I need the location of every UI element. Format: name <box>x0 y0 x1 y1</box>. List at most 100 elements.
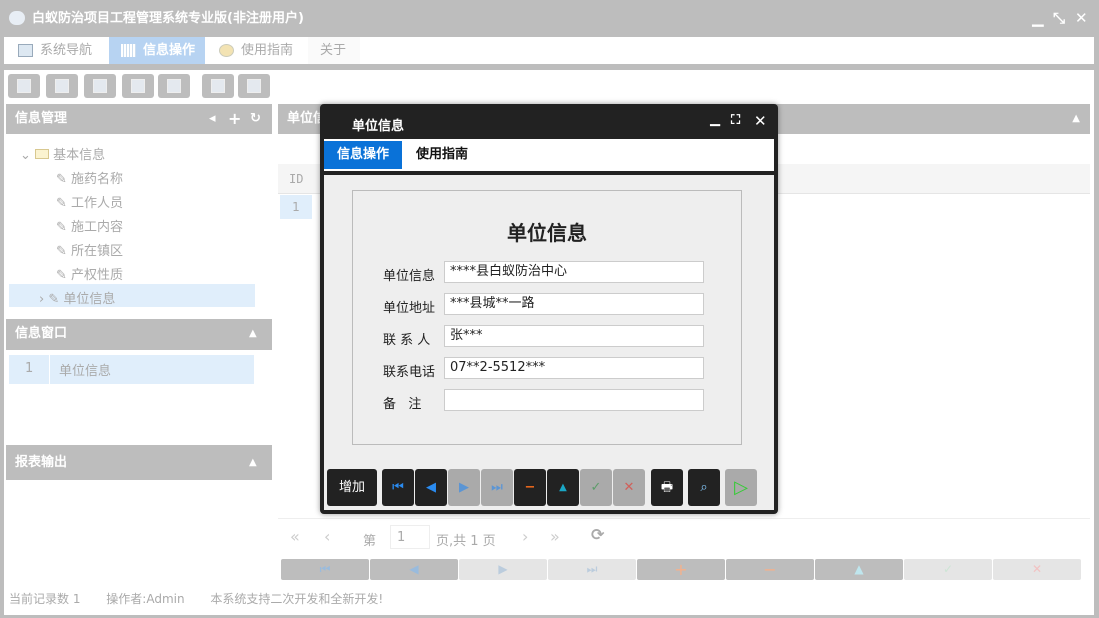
next-record-button[interactable]: ▶ <box>459 559 547 580</box>
contact-input[interactable]: 张*** <box>444 325 704 347</box>
field-label: 联 系 人 <box>383 329 430 348</box>
dialog-tab-guide[interactable]: 使用指南 <box>403 141 481 169</box>
help-icon <box>219 44 234 57</box>
field-label: 单位信息 <box>383 265 435 284</box>
print-preview-icon: ⌕ <box>700 480 707 495</box>
add-button[interactable]: 增加 <box>327 469 377 506</box>
tree-item-label: 产权性质 <box>71 268 123 283</box>
tree-item-label: 施工内容 <box>71 220 123 235</box>
status-note: 本系统支持二次开发和全新开发! <box>210 592 383 606</box>
remark-input[interactable] <box>444 389 704 411</box>
document-icon <box>93 79 107 93</box>
tree-item[interactable]: ✎ 所在镇区 <box>56 240 123 259</box>
divider <box>49 355 50 384</box>
refresh-icon[interactable]: ↻ <box>250 104 261 134</box>
dialog-tabs: 信息操作 使用指南 <box>324 139 774 175</box>
next-button[interactable]: ▶ <box>448 469 480 506</box>
window-list-item[interactable]: 1 单位信息 <box>9 355 254 384</box>
tree-item[interactable]: ✎ 施工内容 <box>56 216 123 235</box>
tree-item[interactable]: ✎ 工作人员 <box>56 192 123 211</box>
run-button[interactable]: ▷ <box>725 469 757 506</box>
cancel-button[interactable]: ✕ <box>613 469 645 506</box>
form-title: 单位信息 <box>353 217 741 246</box>
field-label: 备 注 <box>383 393 421 412</box>
tab-guide[interactable]: 使用指南 <box>207 37 307 64</box>
unit-info-dialog: 单位信息 ▁ ⛶ ✕ 信息操作 使用指南 单位信息 单位信息 ****县白蚁防治… <box>320 104 778 514</box>
grid-row-id[interactable]: 1 <box>280 195 312 219</box>
preview-button[interactable]: ⌕ <box>688 469 720 506</box>
list-num: 1 <box>25 361 33 376</box>
panel-title: 信息窗口 <box>15 326 67 341</box>
first-button[interactable]: ⏮ <box>382 469 414 506</box>
next-page-icon[interactable]: › <box>522 527 528 546</box>
refresh-icon[interactable]: ⟳ <box>591 525 604 544</box>
tab-info-ops[interactable]: 信息操作 <box>109 37 205 64</box>
dialog-tab-info-ops[interactable]: 信息操作 <box>324 141 402 169</box>
field-label: 单位地址 <box>383 297 435 316</box>
toolbar-list-button[interactable] <box>46 74 78 98</box>
list-icon <box>55 79 69 93</box>
tab-label: 使用指南 <box>241 43 293 58</box>
prev-button[interactable]: ◀ <box>415 469 447 506</box>
search-icon <box>17 79 31 93</box>
unit-form: 单位信息 单位信息 ****县白蚁防治中心 单位地址 ***县城**一路 联 系… <box>352 190 742 445</box>
collapse-icon[interactable]: ▲ <box>249 445 257 480</box>
tab-label: 关于 <box>320 43 346 58</box>
toolbar-document-button[interactable] <box>84 74 116 98</box>
print-button[interactable]: 🖶 <box>651 469 683 506</box>
collapse-icon[interactable]: ▲ <box>249 319 257 349</box>
play-icon: ▷ <box>734 477 748 498</box>
printer-icon: 🖶 <box>661 480 673 495</box>
first-record-button[interactable]: ⏮ <box>281 559 369 580</box>
app-logo-icon <box>9 11 25 25</box>
grid-header-id: ID <box>289 172 303 186</box>
frame-icon <box>247 79 261 93</box>
dialog-body: 单位信息 单位信息 ****县白蚁防治中心 单位地址 ***县城**一路 联 系… <box>324 175 774 465</box>
panel-title: 信息管理 <box>15 111 67 126</box>
close-icon[interactable]: ✕ <box>1075 9 1088 27</box>
tree-item-selected[interactable]: › ✎ 单位信息 <box>9 284 255 307</box>
collapse-icon[interactable]: ▲ <box>1072 104 1080 134</box>
save-record-button[interactable]: ✓ <box>904 559 992 580</box>
toolbar-add-window-button[interactable] <box>202 74 234 98</box>
toolbar-frame-button[interactable] <box>238 74 270 98</box>
unit-name-input[interactable]: ****县白蚁防治中心 <box>444 261 704 283</box>
phone-input[interactable]: 07**2-5512*** <box>444 357 704 379</box>
window-title: 白蚁防治项目工程管理系统专业版(非注册用户) <box>0 0 1099 37</box>
edit-button[interactable]: ▲ <box>547 469 579 506</box>
minimize-icon[interactable]: ▁ <box>1032 9 1044 27</box>
tab-about[interactable]: 关于 <box>308 37 360 64</box>
panel-header-info-window: 信息窗口 ▲ <box>6 319 272 350</box>
edit-record-button[interactable]: ▲ <box>815 559 903 580</box>
save-button[interactable]: ✓ <box>580 469 612 506</box>
minimize-icon[interactable]: ▁ <box>710 112 720 127</box>
maximize-icon[interactable]: ⛶ <box>731 113 740 128</box>
grid-icon <box>121 44 136 57</box>
prev-record-button[interactable]: ◀ <box>370 559 458 580</box>
cancel-record-button[interactable]: ✕ <box>993 559 1081 580</box>
prev-page-icon[interactable]: ‹ <box>324 527 330 546</box>
status-bar: 当前记录数 1 操作者:Admin 本系统支持二次开发和全新开发! <box>9 590 383 607</box>
close-icon[interactable]: ✕ <box>754 112 767 130</box>
first-page-icon[interactable]: « <box>290 527 300 546</box>
last-page-icon[interactable]: » <box>550 527 560 546</box>
collapse-left-icon[interactable]: ◂ <box>209 104 216 134</box>
unit-address-input[interactable]: ***县城**一路 <box>444 293 704 315</box>
restore-icon[interactable]: ⤡ <box>1053 9 1065 27</box>
tree-item[interactable]: ✎ 产权性质 <box>56 264 123 283</box>
add-record-button[interactable]: + <box>637 559 725 580</box>
page-input[interactable]: 1 <box>390 525 430 549</box>
toolbar-search-button[interactable] <box>8 74 40 98</box>
field-label: 联系电话 <box>383 361 435 380</box>
delete-record-button[interactable]: − <box>726 559 814 580</box>
last-record-button[interactable]: ⏭ <box>548 559 636 580</box>
add-icon[interactable]: + <box>228 104 241 134</box>
tree-item[interactable]: ✎ 施药名称 <box>56 168 123 187</box>
toolbar-screen-button[interactable] <box>158 74 190 98</box>
pager: « ‹ 第 1 页,共 1 页 › » ⟳ <box>278 518 1090 554</box>
tree-root[interactable]: ⌄ 基本信息 <box>20 144 105 163</box>
toolbar-user-button[interactable] <box>122 74 154 98</box>
delete-button[interactable]: − <box>514 469 546 506</box>
tab-system-nav[interactable]: 系统导航 <box>6 37 106 64</box>
last-button[interactable]: ⏭ <box>481 469 513 506</box>
